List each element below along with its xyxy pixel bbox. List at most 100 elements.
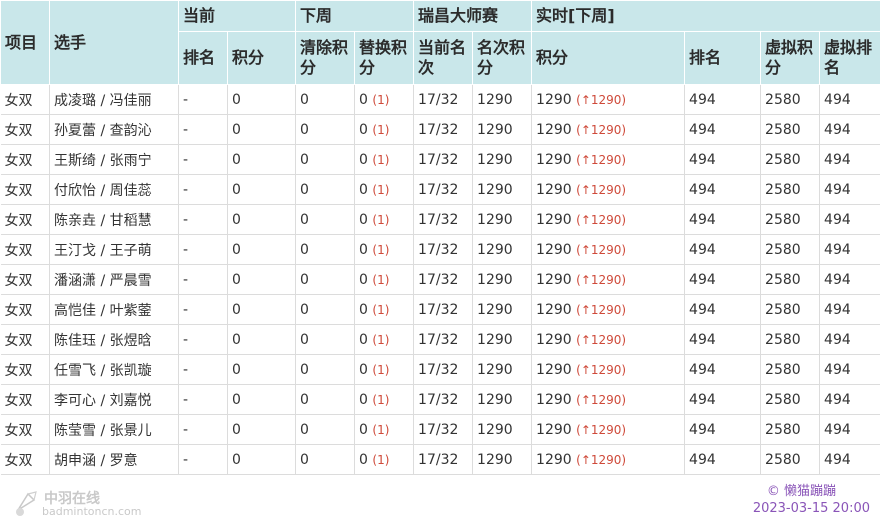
cell-players[interactable]: 李可心 / 刘嘉悦	[49, 384, 179, 415]
cell-realtime-points: 1290 (↑1290)	[531, 174, 686, 205]
cell-virtual-rank: 494	[819, 84, 880, 115]
realtime-points-value: 1290	[536, 91, 572, 108]
header-clear-points[interactable]: 清除积分	[295, 31, 356, 85]
cell-place-points: 1290	[472, 264, 533, 295]
realtime-points-delta: (↑1290)	[576, 92, 627, 107]
credit-link[interactable]: © 懒猫蹦蹦	[767, 480, 836, 499]
cell-current-place: 17/32	[413, 444, 474, 475]
realtime-points-value: 1290	[536, 451, 572, 468]
cell-players[interactable]: 潘涵潇 / 严晨雪	[49, 264, 179, 295]
cell-current-rank: -	[178, 354, 228, 385]
cell-players[interactable]: 陈莹雪 / 张景儿	[49, 414, 179, 445]
replace-points-delta: (1)	[372, 422, 390, 437]
cell-players[interactable]: 付欣怡 / 周佳蕊	[49, 174, 179, 205]
cell-current-points: 0	[226, 204, 297, 235]
cell-players[interactable]: 陈亲垚 / 甘稻慧	[49, 204, 179, 235]
realtime-points-delta: (↑1290)	[576, 242, 627, 257]
realtime-points-delta: (↑1290)	[576, 332, 627, 347]
cell-current-place: 17/32	[413, 384, 474, 415]
table-row[interactable]: 女双 陈莹雪 / 张景儿 -0 0 0 (1) 17/32 1290 1290 (↑1290)…	[0, 414, 880, 445]
cell-virtual-rank: 494	[819, 354, 880, 385]
header-group-next-week: 下周	[295, 0, 415, 32]
replace-points-value: 0	[359, 361, 368, 378]
realtime-points-value: 1290	[536, 121, 572, 138]
cell-current-points: 0	[226, 354, 297, 385]
cell-place-points: 1290	[472, 234, 533, 265]
replace-points-delta: (1)	[372, 302, 390, 317]
cell-realtime-rank: 494	[684, 294, 762, 325]
realtime-points-delta: (↑1290)	[576, 362, 627, 377]
realtime-points-delta: (↑1290)	[576, 452, 627, 467]
cell-current-place: 17/32	[413, 114, 474, 145]
header-group-current: 当前	[177, 0, 297, 32]
realtime-points-value: 1290	[536, 361, 572, 378]
cell-clear-points: 0	[295, 114, 356, 145]
cell-current-rank: -	[178, 204, 228, 235]
header-current-points[interactable]: 积分	[226, 31, 297, 85]
cell-players[interactable]: 胡申涵 / 罗意	[49, 444, 179, 475]
header-group-tournament: 瑞昌大师赛	[413, 0, 533, 32]
cell-realtime-points: 1290 (↑1290)	[531, 114, 686, 145]
table-row[interactable]: 女双 任雪飞 / 张凯璇 -0 0 0 (1) 17/32 1290 1290 (↑1290)…	[0, 354, 880, 385]
table-header: 项目 选手 当前 下周 瑞昌大师赛 实时[下周] 排名 积分 清除积分 替换积分…	[0, 0, 880, 85]
replace-points-delta: (1)	[372, 332, 390, 347]
cell-current-rank: -	[178, 144, 228, 175]
replace-points-value: 0	[359, 331, 368, 348]
cell-event: 女双	[0, 144, 50, 175]
cell-realtime-points: 1290 (↑1290)	[531, 384, 686, 415]
table-row[interactable]: 女双 孙夏蕾 / 查韵沁 -0 0 0 (1) 17/32 1290 1290 (↑1290)…	[0, 114, 880, 145]
cell-players[interactable]: 高恺佳 / 叶紫蓥	[49, 294, 179, 325]
cell-place-points: 1290	[472, 204, 533, 235]
cell-realtime-rank: 494	[684, 384, 762, 415]
cell-players[interactable]: 任雪飞 / 张凯璇	[49, 354, 179, 385]
cell-current-rank: -	[178, 84, 228, 115]
header-replace-points[interactable]: 替换积分	[354, 31, 415, 85]
header-current-rank[interactable]: 排名	[178, 31, 228, 85]
header-virtual-rank[interactable]: 虚拟排名	[819, 31, 880, 85]
cell-event: 女双	[0, 174, 50, 205]
cell-players[interactable]: 成凌璐 / 冯佳丽	[49, 84, 179, 115]
replace-points-delta: (1)	[372, 362, 390, 377]
cell-players[interactable]: 陈佳珏 / 张煜晗	[49, 324, 179, 355]
replace-points-value: 0	[359, 121, 368, 138]
header-current-place[interactable]: 当前名次	[413, 31, 474, 85]
cell-place-points: 1290	[472, 384, 533, 415]
cell-clear-points: 0	[295, 444, 356, 475]
cell-players[interactable]: 孙夏蕾 / 查韵沁	[49, 114, 179, 145]
replace-points-delta: (1)	[372, 152, 390, 167]
table-row[interactable]: 女双 陈佳珏 / 张煜晗 -0 0 0 (1) 17/32 1290 1290 (↑1290)…	[0, 324, 880, 355]
header-virtual-points[interactable]: 虚拟积分	[760, 31, 821, 85]
replace-points-delta: (1)	[372, 242, 390, 257]
cell-virtual-points: 2580	[760, 144, 821, 175]
table-row[interactable]: 女双 陈亲垚 / 甘稻慧 -0 0 0 (1) 17/32 1290 1290 (↑1290)…	[0, 204, 880, 235]
cell-current-points: 0	[226, 414, 297, 445]
table-row[interactable]: 女双 胡申涵 / 罗意 -0 0 0 (1) 17/32 1290 1290 (↑1290) 4…	[0, 444, 880, 475]
header-player[interactable]: 选手	[49, 0, 179, 85]
cell-virtual-points: 2580	[760, 114, 821, 145]
cell-clear-points: 0	[295, 144, 356, 175]
cell-event: 女双	[0, 414, 50, 445]
table-row[interactable]: 女双 李可心 / 刘嘉悦 -0 0 0 (1) 17/32 1290 1290 (↑1290)…	[0, 384, 880, 415]
header-realtime-points[interactable]: 积分	[531, 31, 686, 85]
site-logo[interactable]: 中羽在线 badmintoncn.com	[14, 488, 174, 520]
cell-realtime-points: 1290 (↑1290)	[531, 354, 686, 385]
table-row[interactable]: 女双 王斯绮 / 张雨宁 -0 0 0 (1) 17/32 1290 1290 (↑1290)…	[0, 144, 880, 175]
cell-current-points: 0	[226, 294, 297, 325]
cell-current-rank: -	[178, 264, 228, 295]
table-row[interactable]: 女双 潘涵潇 / 严晨雪 -0 0 0 (1) 17/32 1290 1290 (↑1290)…	[0, 264, 880, 295]
cell-current-place: 17/32	[413, 144, 474, 175]
header-realtime-rank[interactable]: 排名	[684, 31, 762, 85]
header-event[interactable]: 项目	[0, 0, 50, 85]
cell-current-rank: -	[178, 384, 228, 415]
table-row[interactable]: 女双 成凌璐 / 冯佳丽 -0 0 0 (1) 17/32 1290 1290 (↑1290)…	[0, 84, 880, 115]
cell-realtime-rank: 494	[684, 144, 762, 175]
table-row[interactable]: 女双 王汀戈 / 王子萌 -0 0 0 (1) 17/32 1290 1290 (↑1290)…	[0, 234, 880, 265]
header-place-points[interactable]: 名次积分	[472, 31, 533, 85]
cell-players[interactable]: 王汀戈 / 王子萌	[49, 234, 179, 265]
cell-players[interactable]: 王斯绮 / 张雨宁	[49, 144, 179, 175]
table-row[interactable]: 女双 高恺佳 / 叶紫蓥 -0 0 0 (1) 17/32 1290 1290 (↑1290)…	[0, 294, 880, 325]
cell-realtime-rank: 494	[684, 444, 762, 475]
table-row[interactable]: 女双 付欣怡 / 周佳蕊 -0 0 0 (1) 17/32 1290 1290 (↑1290)…	[0, 174, 880, 205]
cell-realtime-points: 1290 (↑1290)	[531, 144, 686, 175]
cell-realtime-rank: 494	[684, 264, 762, 295]
